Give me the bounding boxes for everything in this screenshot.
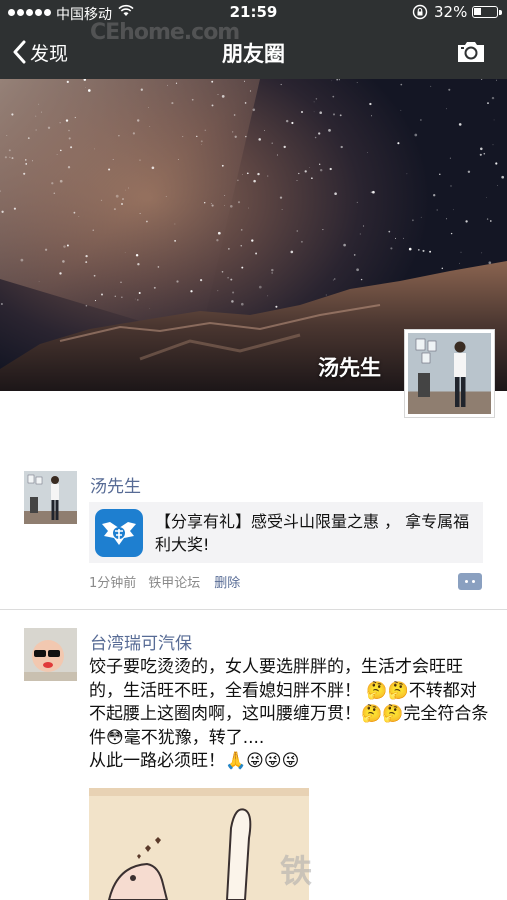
delete-link[interactable]: 删除 [214,572,240,591]
navigation-bar: 发现 朋友圈 [0,26,507,79]
comment-icon[interactable] [458,573,482,590]
cartoon-image [89,788,309,900]
clock: 21:59 [229,3,278,21]
shared-link-card[interactable]: 【分享有礼】感受斗山限量之惠 ， 拿专属福利大奖! [89,502,483,563]
profile-avatar[interactable] [404,329,495,418]
camera-icon[interactable] [455,39,487,65]
battery-percent: 32% [434,3,468,21]
shared-link-title: 【分享有礼】感受斗山限量之惠 ， 拿专属福利大奖! [155,511,470,554]
page-title: 朋友圈 [222,42,285,66]
post-image[interactable] [89,788,309,900]
rotation-lock-icon [412,4,428,20]
post-time: 1分钟前 [89,576,137,591]
post-author-name[interactable]: 汤先生 [90,472,141,497]
baby-photo [24,628,77,681]
status-bar: 中国移动 21:59 32% [0,0,507,26]
battery-icon [472,6,502,18]
chevron-left-icon [13,40,26,64]
post-meta: 1分钟前 铁甲论坛 删除 [89,572,240,591]
post-body-text: 饺子要吃烫烫的，女人要选胖胖的，生活才会旺旺的，生活旺不旺，全看媳妇胖不胖！ 🤔… [89,657,489,771]
back-button[interactable]: 发现 [12,36,68,68]
back-label: 发现 [30,42,69,65]
person-thumbnail [24,471,77,524]
post-author-name[interactable]: 台湾瑞可汽保 [90,629,192,654]
post-author-avatar[interactable] [24,471,77,524]
top-bar: 中国移动 21:59 32% CEhome.com 发现 朋友圈 [0,0,507,79]
cover-user-name: 汤先生 [318,356,381,380]
post-author-avatar[interactable] [24,628,77,681]
person-photo [415,338,466,407]
post-divider [0,609,507,610]
post-source: 铁甲论坛 [148,576,201,591]
forum-logo-icon [95,508,143,557]
site-watermark: 铁 [280,852,313,890]
